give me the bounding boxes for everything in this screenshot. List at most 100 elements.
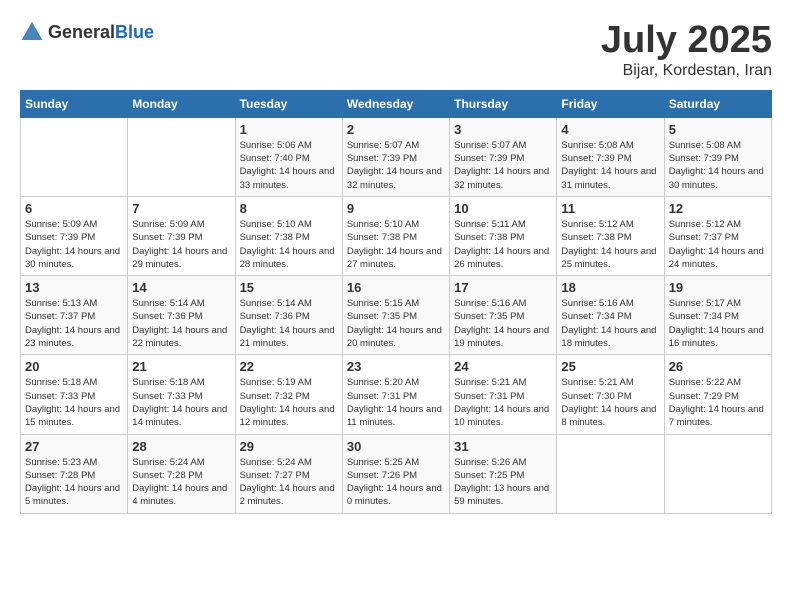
calendar-cell: 5 Sunrise: 5:08 AM Sunset: 7:39 PM Daylig… bbox=[664, 117, 771, 196]
page-header: GeneralBlue July 2025 Bijar, Kordestan, … bbox=[20, 20, 772, 80]
day-number: 27 bbox=[25, 439, 123, 454]
calendar-cell: 14 Sunrise: 5:14 AM Sunset: 7:36 PM Dayli… bbox=[128, 276, 235, 355]
calendar-cell: 15Sunrise: 5:14 AM Sunset: 7:36 PM Dayli… bbox=[235, 276, 342, 355]
day-number: 29 bbox=[240, 439, 338, 454]
calendar-cell: 4 Sunrise: 5:08 AM Sunset: 7:39 PM Daylig… bbox=[557, 117, 664, 196]
day-number: 5 bbox=[669, 122, 767, 137]
day-number: 18 bbox=[561, 280, 659, 295]
calendar-cell: 28 Sunrise: 5:24 AM Sunset: 7:28 PM Dayli… bbox=[128, 434, 235, 513]
calendar-cell bbox=[128, 117, 235, 196]
calendar-cell: 12Sunrise: 5:12 AM Sunset: 7:37 PM Dayli… bbox=[664, 196, 771, 275]
calendar-cell: 10 Sunrise: 5:11 AM Sunset: 7:38 PM Dayli… bbox=[450, 196, 557, 275]
day-info: Sunrise: 5:12 AM Sunset: 7:38 PM Dayligh… bbox=[561, 218, 659, 271]
calendar-cell: 25 Sunrise: 5:21 AM Sunset: 7:30 PM Dayli… bbox=[557, 355, 664, 434]
day-number: 23 bbox=[347, 359, 445, 374]
weekday-header: Monday bbox=[128, 90, 235, 117]
day-info: Sunrise: 5:22 AM Sunset: 7:29 PM Dayligh… bbox=[669, 376, 767, 429]
calendar-cell: 13 Sunrise: 5:13 AM Sunset: 7:37 PM Dayli… bbox=[21, 276, 128, 355]
day-info: Sunrise: 5:20 AM Sunset: 7:31 PM Dayligh… bbox=[347, 376, 445, 429]
calendar-cell: 11 Sunrise: 5:12 AM Sunset: 7:38 PM Dayli… bbox=[557, 196, 664, 275]
day-number: 10 bbox=[454, 201, 552, 216]
day-number: 2 bbox=[347, 122, 445, 137]
calendar-week-row: 13 Sunrise: 5:13 AM Sunset: 7:37 PM Dayli… bbox=[21, 276, 772, 355]
calendar-cell: 31 Sunrise: 5:26 AM Sunset: 7:25 PM Dayli… bbox=[450, 434, 557, 513]
day-number: 1 bbox=[240, 122, 338, 137]
day-number: 16 bbox=[347, 280, 445, 295]
calendar-cell: 27 Sunrise: 5:23 AM Sunset: 7:28 PM Dayli… bbox=[21, 434, 128, 513]
day-info: Sunrise: 5:07 AM Sunset: 7:39 PM Dayligh… bbox=[347, 139, 445, 192]
day-number: 11 bbox=[561, 201, 659, 216]
day-info: Sunrise: 5:13 AM Sunset: 7:37 PM Dayligh… bbox=[25, 297, 123, 350]
day-info: Sunrise: 5:24 AM Sunset: 7:27 PM Dayligh… bbox=[240, 456, 338, 509]
day-info: Sunrise: 5:24 AM Sunset: 7:28 PM Dayligh… bbox=[132, 456, 230, 509]
day-info: Sunrise: 5:10 AM Sunset: 7:38 PM Dayligh… bbox=[347, 218, 445, 271]
logo: GeneralBlue bbox=[20, 20, 154, 44]
day-info: Sunrise: 5:17 AM Sunset: 7:34 PM Dayligh… bbox=[669, 297, 767, 350]
day-info: Sunrise: 5:08 AM Sunset: 7:39 PM Dayligh… bbox=[669, 139, 767, 192]
calendar-cell: 7 Sunrise: 5:09 AM Sunset: 7:39 PM Daylig… bbox=[128, 196, 235, 275]
day-number: 31 bbox=[454, 439, 552, 454]
calendar-cell: 6 Sunrise: 5:09 AM Sunset: 7:39 PM Daylig… bbox=[21, 196, 128, 275]
day-info: Sunrise: 5:16 AM Sunset: 7:34 PM Dayligh… bbox=[561, 297, 659, 350]
calendar-cell: 18 Sunrise: 5:16 AM Sunset: 7:34 PM Dayli… bbox=[557, 276, 664, 355]
day-number: 7 bbox=[132, 201, 230, 216]
weekday-header-row: SundayMondayTuesdayWednesdayThursdayFrid… bbox=[21, 90, 772, 117]
day-number: 6 bbox=[25, 201, 123, 216]
weekday-header: Saturday bbox=[664, 90, 771, 117]
day-number: 15 bbox=[240, 280, 338, 295]
calendar-cell: 29 Sunrise: 5:24 AM Sunset: 7:27 PM Dayli… bbox=[235, 434, 342, 513]
day-number: 12 bbox=[669, 201, 767, 216]
calendar-table: SundayMondayTuesdayWednesdayThursdayFrid… bbox=[20, 90, 772, 514]
day-info: Sunrise: 5:16 AM Sunset: 7:35 PM Dayligh… bbox=[454, 297, 552, 350]
day-info: Sunrise: 5:18 AM Sunset: 7:33 PM Dayligh… bbox=[132, 376, 230, 429]
day-number: 25 bbox=[561, 359, 659, 374]
day-number: 20 bbox=[25, 359, 123, 374]
day-number: 21 bbox=[132, 359, 230, 374]
day-info: Sunrise: 5:14 AM Sunset: 7:36 PM Dayligh… bbox=[132, 297, 230, 350]
day-info: Sunrise: 5:08 AM Sunset: 7:39 PM Dayligh… bbox=[561, 139, 659, 192]
day-info: Sunrise: 5:09 AM Sunset: 7:39 PM Dayligh… bbox=[25, 218, 123, 271]
day-number: 13 bbox=[25, 280, 123, 295]
calendar-cell bbox=[664, 434, 771, 513]
day-info: Sunrise: 5:11 AM Sunset: 7:38 PM Dayligh… bbox=[454, 218, 552, 271]
calendar-cell: 22Sunrise: 5:19 AM Sunset: 7:32 PM Dayli… bbox=[235, 355, 342, 434]
weekday-header: Friday bbox=[557, 90, 664, 117]
title-area: July 2025 Bijar, Kordestan, Iran bbox=[601, 20, 772, 80]
day-info: Sunrise: 5:23 AM Sunset: 7:28 PM Dayligh… bbox=[25, 456, 123, 509]
calendar-week-row: 20 Sunrise: 5:18 AM Sunset: 7:33 PM Dayli… bbox=[21, 355, 772, 434]
weekday-header: Wednesday bbox=[342, 90, 449, 117]
day-number: 3 bbox=[454, 122, 552, 137]
day-number: 14 bbox=[132, 280, 230, 295]
logo-text-blue: Blue bbox=[115, 22, 154, 42]
day-info: Sunrise: 5:09 AM Sunset: 7:39 PM Dayligh… bbox=[132, 218, 230, 271]
day-number: 9 bbox=[347, 201, 445, 216]
calendar-cell: 26Sunrise: 5:22 AM Sunset: 7:29 PM Dayli… bbox=[664, 355, 771, 434]
day-number: 24 bbox=[454, 359, 552, 374]
calendar-cell: 8Sunrise: 5:10 AM Sunset: 7:38 PM Daylig… bbox=[235, 196, 342, 275]
calendar-cell bbox=[557, 434, 664, 513]
calendar-cell: 1 Sunrise: 5:06 AM Sunset: 7:40 PM Daylig… bbox=[235, 117, 342, 196]
logo-text-general: General bbox=[48, 22, 115, 42]
calendar-cell: 24 Sunrise: 5:21 AM Sunset: 7:31 PM Dayli… bbox=[450, 355, 557, 434]
calendar-cell: 9 Sunrise: 5:10 AM Sunset: 7:38 PM Daylig… bbox=[342, 196, 449, 275]
month-title: July 2025 bbox=[601, 20, 772, 62]
calendar-cell: 19Sunrise: 5:17 AM Sunset: 7:34 PM Dayli… bbox=[664, 276, 771, 355]
calendar-cell: 17 Sunrise: 5:16 AM Sunset: 7:35 PM Dayli… bbox=[450, 276, 557, 355]
day-info: Sunrise: 5:21 AM Sunset: 7:30 PM Dayligh… bbox=[561, 376, 659, 429]
day-number: 8 bbox=[240, 201, 338, 216]
day-info: Sunrise: 5:15 AM Sunset: 7:35 PM Dayligh… bbox=[347, 297, 445, 350]
day-info: Sunrise: 5:06 AM Sunset: 7:40 PM Dayligh… bbox=[240, 139, 338, 192]
calendar-cell: 20Sunrise: 5:18 AM Sunset: 7:33 PM Dayli… bbox=[21, 355, 128, 434]
day-info: Sunrise: 5:26 AM Sunset: 7:25 PM Dayligh… bbox=[454, 456, 552, 509]
weekday-header: Sunday bbox=[21, 90, 128, 117]
day-info: Sunrise: 5:21 AM Sunset: 7:31 PM Dayligh… bbox=[454, 376, 552, 429]
calendar-week-row: 1 Sunrise: 5:06 AM Sunset: 7:40 PM Daylig… bbox=[21, 117, 772, 196]
day-number: 4 bbox=[561, 122, 659, 137]
day-info: Sunrise: 5:19 AM Sunset: 7:32 PM Dayligh… bbox=[240, 376, 338, 429]
calendar-cell: 21 Sunrise: 5:18 AM Sunset: 7:33 PM Dayli… bbox=[128, 355, 235, 434]
calendar-cell: 3Sunrise: 5:07 AM Sunset: 7:39 PM Daylig… bbox=[450, 117, 557, 196]
day-number: 28 bbox=[132, 439, 230, 454]
day-number: 17 bbox=[454, 280, 552, 295]
logo-icon bbox=[20, 20, 44, 44]
calendar-cell: 16 Sunrise: 5:15 AM Sunset: 7:35 PM Dayli… bbox=[342, 276, 449, 355]
